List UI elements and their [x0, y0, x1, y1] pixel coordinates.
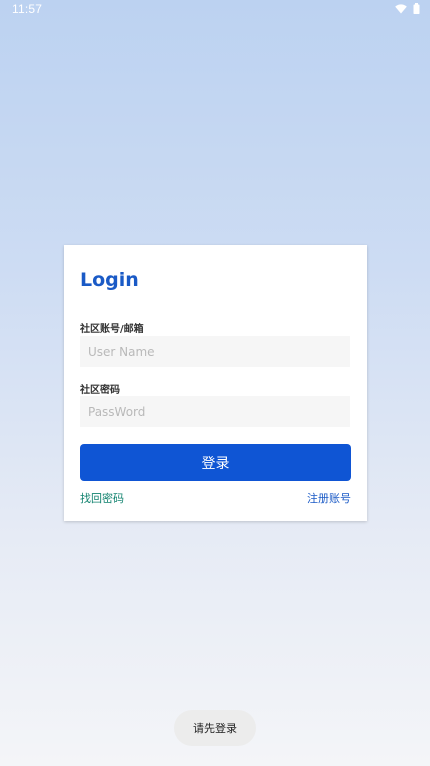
- register-link[interactable]: 注册账号: [307, 490, 351, 506]
- status-bar: 11:57: [0, 0, 430, 20]
- status-icons: [395, 3, 420, 14]
- forgot-password-link[interactable]: 找回密码: [80, 490, 124, 506]
- login-card: Login 社区账号/邮箱 社区密码 登录 找回密码 注册账号: [64, 245, 367, 521]
- status-time: 11:57: [12, 2, 43, 16]
- username-input[interactable]: [80, 336, 350, 367]
- password-input[interactable]: [80, 396, 350, 427]
- password-label: 社区密码: [80, 385, 120, 396]
- login-button[interactable]: 登录: [80, 444, 351, 481]
- battery-icon: [413, 3, 420, 14]
- username-label: 社区账号/邮箱: [80, 324, 144, 335]
- toast-message: 请先登录: [174, 710, 256, 746]
- wifi-icon: [395, 3, 407, 14]
- login-title: Login: [80, 269, 139, 291]
